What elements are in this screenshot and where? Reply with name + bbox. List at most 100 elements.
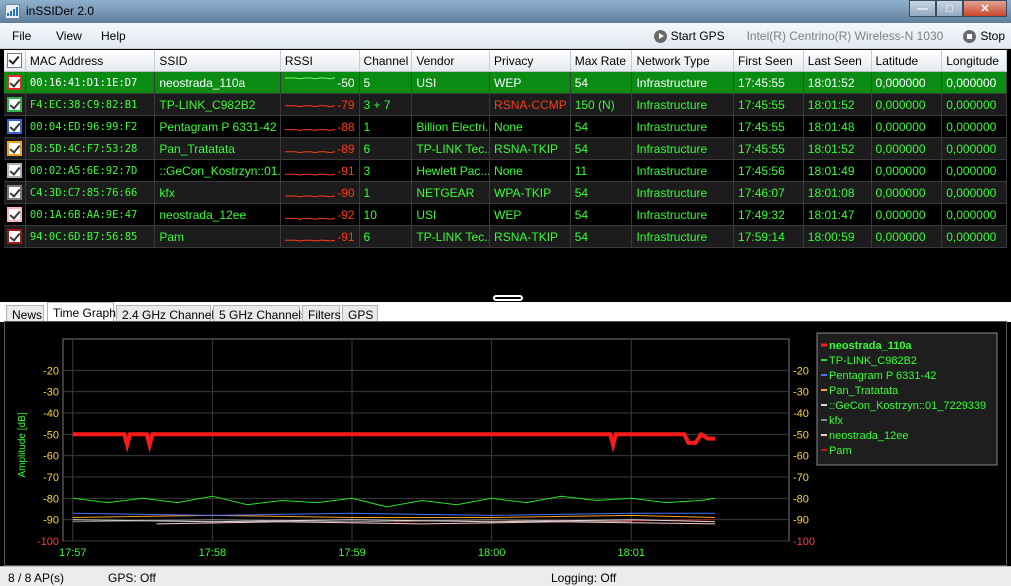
column-header-network-type[interactable]: Network Type xyxy=(632,50,735,71)
column-header-mac[interactable]: MAC Address xyxy=(26,50,156,71)
y-tick-label-right: -90 xyxy=(793,515,809,527)
minimize-button[interactable]: — xyxy=(909,0,936,17)
menu-bar: File View Help Start GPS Intel(R) Centri… xyxy=(0,23,1011,49)
tab-bar: News Time Graph 2.4 GHz Channels 5 GHz Chan… xyxy=(0,302,1011,323)
cell-first-seen: 17:59:14 xyxy=(734,226,804,247)
start-gps-button[interactable]: Start GPS xyxy=(653,29,725,43)
row-checkbox[interactable] xyxy=(7,229,22,244)
column-header-ssid[interactable]: SSID xyxy=(155,50,281,71)
cell-rssi: -89 xyxy=(281,138,360,159)
adapter-select[interactable]: Intel(R) Centrino(R) Wireless-N 1030 xyxy=(747,29,944,43)
row-checkbox[interactable] xyxy=(7,163,22,178)
cell-last-seen: 18:00:59 xyxy=(804,226,872,247)
cell-latitude: 0,000000 xyxy=(872,72,943,93)
plot-frame xyxy=(62,338,790,542)
row-checkbox[interactable] xyxy=(7,185,22,200)
column-header-rssi[interactable]: RSSI xyxy=(281,50,360,71)
row-checkbox[interactable] xyxy=(7,75,22,90)
select-all-checkbox[interactable] xyxy=(7,53,22,68)
cell-max-rate: 54 xyxy=(571,226,633,247)
status-bar: 8 / 8 AP(s) GPS: Off Logging: Off xyxy=(0,566,1011,586)
table-row[interactable]: C4:3D:C7:85:76:66 kfx -90 1 NETGEAR WPA-TKIP 5… xyxy=(4,182,1007,204)
series-line-pan-tratatata xyxy=(72,514,716,518)
menu-help[interactable]: Help xyxy=(101,29,126,43)
cell-max-rate: 54 xyxy=(571,116,633,137)
cell-last-seen: 18:01:49 xyxy=(804,160,872,181)
series-line-pentagram-p-6331-42 xyxy=(72,512,715,516)
column-header-latitude[interactable]: Latitude xyxy=(872,50,943,71)
cell-last-seen: 18:01:08 xyxy=(804,182,872,203)
cell-longitude: 0,000000 xyxy=(942,72,1007,93)
rssi-value: -91 xyxy=(337,164,355,178)
y-tick-label-right: -40 xyxy=(793,408,809,420)
rssi-sparkline xyxy=(284,105,335,108)
column-header-longitude[interactable]: Longitude xyxy=(942,50,1007,71)
tab-time-graph[interactable]: Time Graph xyxy=(47,302,116,323)
y-tick-label-left: -60 xyxy=(43,451,59,463)
column-header-privacy[interactable]: Privacy xyxy=(490,50,571,71)
table-row[interactable]: 94:0C:6D:B7:56:85 Pam -91 6 TP-LINK Tec... RS… xyxy=(4,226,1007,248)
rssi-value: -91 xyxy=(337,230,355,244)
cell-mac: 00:04:ED:96:99:F2 xyxy=(26,116,156,137)
table-row[interactable]: F4:EC:38:C9:82:B1 TP-LINK_C982B2 -79 3 + 7 R… xyxy=(4,94,1007,116)
cell-longitude: 0,000000 xyxy=(942,138,1007,159)
time-graph-panel: -20 -20 -30 -30 -40 -40 -50 -50 -60 -60 -70 -70 -80 -… xyxy=(4,321,1007,566)
maximize-button[interactable]: □ xyxy=(936,0,963,17)
row-checkbox[interactable] xyxy=(7,207,22,222)
y-tick-label-left: -80 xyxy=(43,493,59,505)
cell-latitude: 0,000000 xyxy=(872,138,943,159)
row-checkbox[interactable] xyxy=(7,141,22,156)
y-tick-label-right: -50 xyxy=(793,429,809,441)
cell-ssid: kfx xyxy=(155,182,281,203)
cell-channel: 1 xyxy=(360,182,413,203)
legend-item: Pam xyxy=(829,445,852,457)
cell-channel: 6 xyxy=(360,226,413,247)
cell-ssid: ::GeCon_Kostrzyn::01... xyxy=(155,160,281,181)
legend-item: neostrada_110a xyxy=(829,340,912,352)
row-checkbox[interactable] xyxy=(7,119,22,134)
y-tick-label-left: -40 xyxy=(43,408,59,420)
menu-view[interactable]: View xyxy=(56,29,82,43)
cell-channel: 5 xyxy=(360,72,413,93)
table-row[interactable]: 00:04:ED:96:99:F2 Pentagram P 6331-42 -88 1… xyxy=(4,116,1007,138)
cell-last-seen: 18:01:52 xyxy=(804,94,872,115)
cell-first-seen: 17:49:32 xyxy=(734,204,804,225)
splitter-handle[interactable] xyxy=(493,295,523,301)
table-row[interactable]: 00:02:A5:6E:92:7D::GeCon_Kostrzyn::01...… xyxy=(4,160,1007,182)
cell-max-rate: 54 xyxy=(571,138,633,159)
cell-privacy: None xyxy=(490,116,571,137)
column-header-vendor[interactable]: Vendor xyxy=(412,50,491,71)
cell-privacy: WEP xyxy=(490,72,571,93)
row-checkbox[interactable] xyxy=(7,97,22,112)
cell-last-seen: 18:01:47 xyxy=(804,204,872,225)
table-header: MAC Address SSID RSSI Channel Vendor Privacy M… xyxy=(4,50,1007,72)
cell-channel: 1 xyxy=(360,116,413,137)
legend-item: kfx xyxy=(829,415,844,427)
cell-rssi: -91 xyxy=(281,160,360,181)
select-all-cell xyxy=(4,50,26,71)
close-button[interactable]: ✕ xyxy=(963,0,1007,17)
table-row[interactable]: 00:1A:6B:AA:9E:47 neostrada_12ee -92 10 USI W… xyxy=(4,204,1007,226)
column-header-last-seen[interactable]: Last Seen xyxy=(804,50,872,71)
row-check-cell xyxy=(4,94,26,115)
logging-status: Logging: Off xyxy=(551,571,617,585)
cell-mac: 00:16:41:D1:1E:D7 xyxy=(26,72,156,93)
cell-max-rate: 54 xyxy=(571,72,633,93)
cell-vendor: Hewlett Pac... xyxy=(412,160,491,181)
column-header-max-rate[interactable]: Max Rate xyxy=(571,50,633,71)
cell-privacy: None xyxy=(490,160,571,181)
stop-button[interactable]: Stop xyxy=(963,29,1005,43)
cell-channel: 6 xyxy=(360,138,413,159)
column-header-first-seen[interactable]: First Seen xyxy=(734,50,804,71)
y-tick-label-left: -100 xyxy=(37,536,59,548)
column-header-channel[interactable]: Channel xyxy=(360,50,413,71)
menu-file[interactable]: File xyxy=(12,29,31,43)
row-check-cell xyxy=(4,204,26,225)
rssi-value: -92 xyxy=(337,208,355,222)
cell-first-seen: 17:45:55 xyxy=(734,94,804,115)
cell-max-rate: 54 xyxy=(571,204,633,225)
table-row[interactable]: 00:16:41:D1:1E:D7 neostrada_110a -50 5 USI WE… xyxy=(4,72,1007,94)
table-row[interactable]: D8:5D:4C:F7:53:28 Pan_Tratatata -89 6 TP-LIN… xyxy=(4,138,1007,160)
cell-last-seen: 18:01:52 xyxy=(804,72,872,93)
cell-channel: 10 xyxy=(360,204,413,225)
